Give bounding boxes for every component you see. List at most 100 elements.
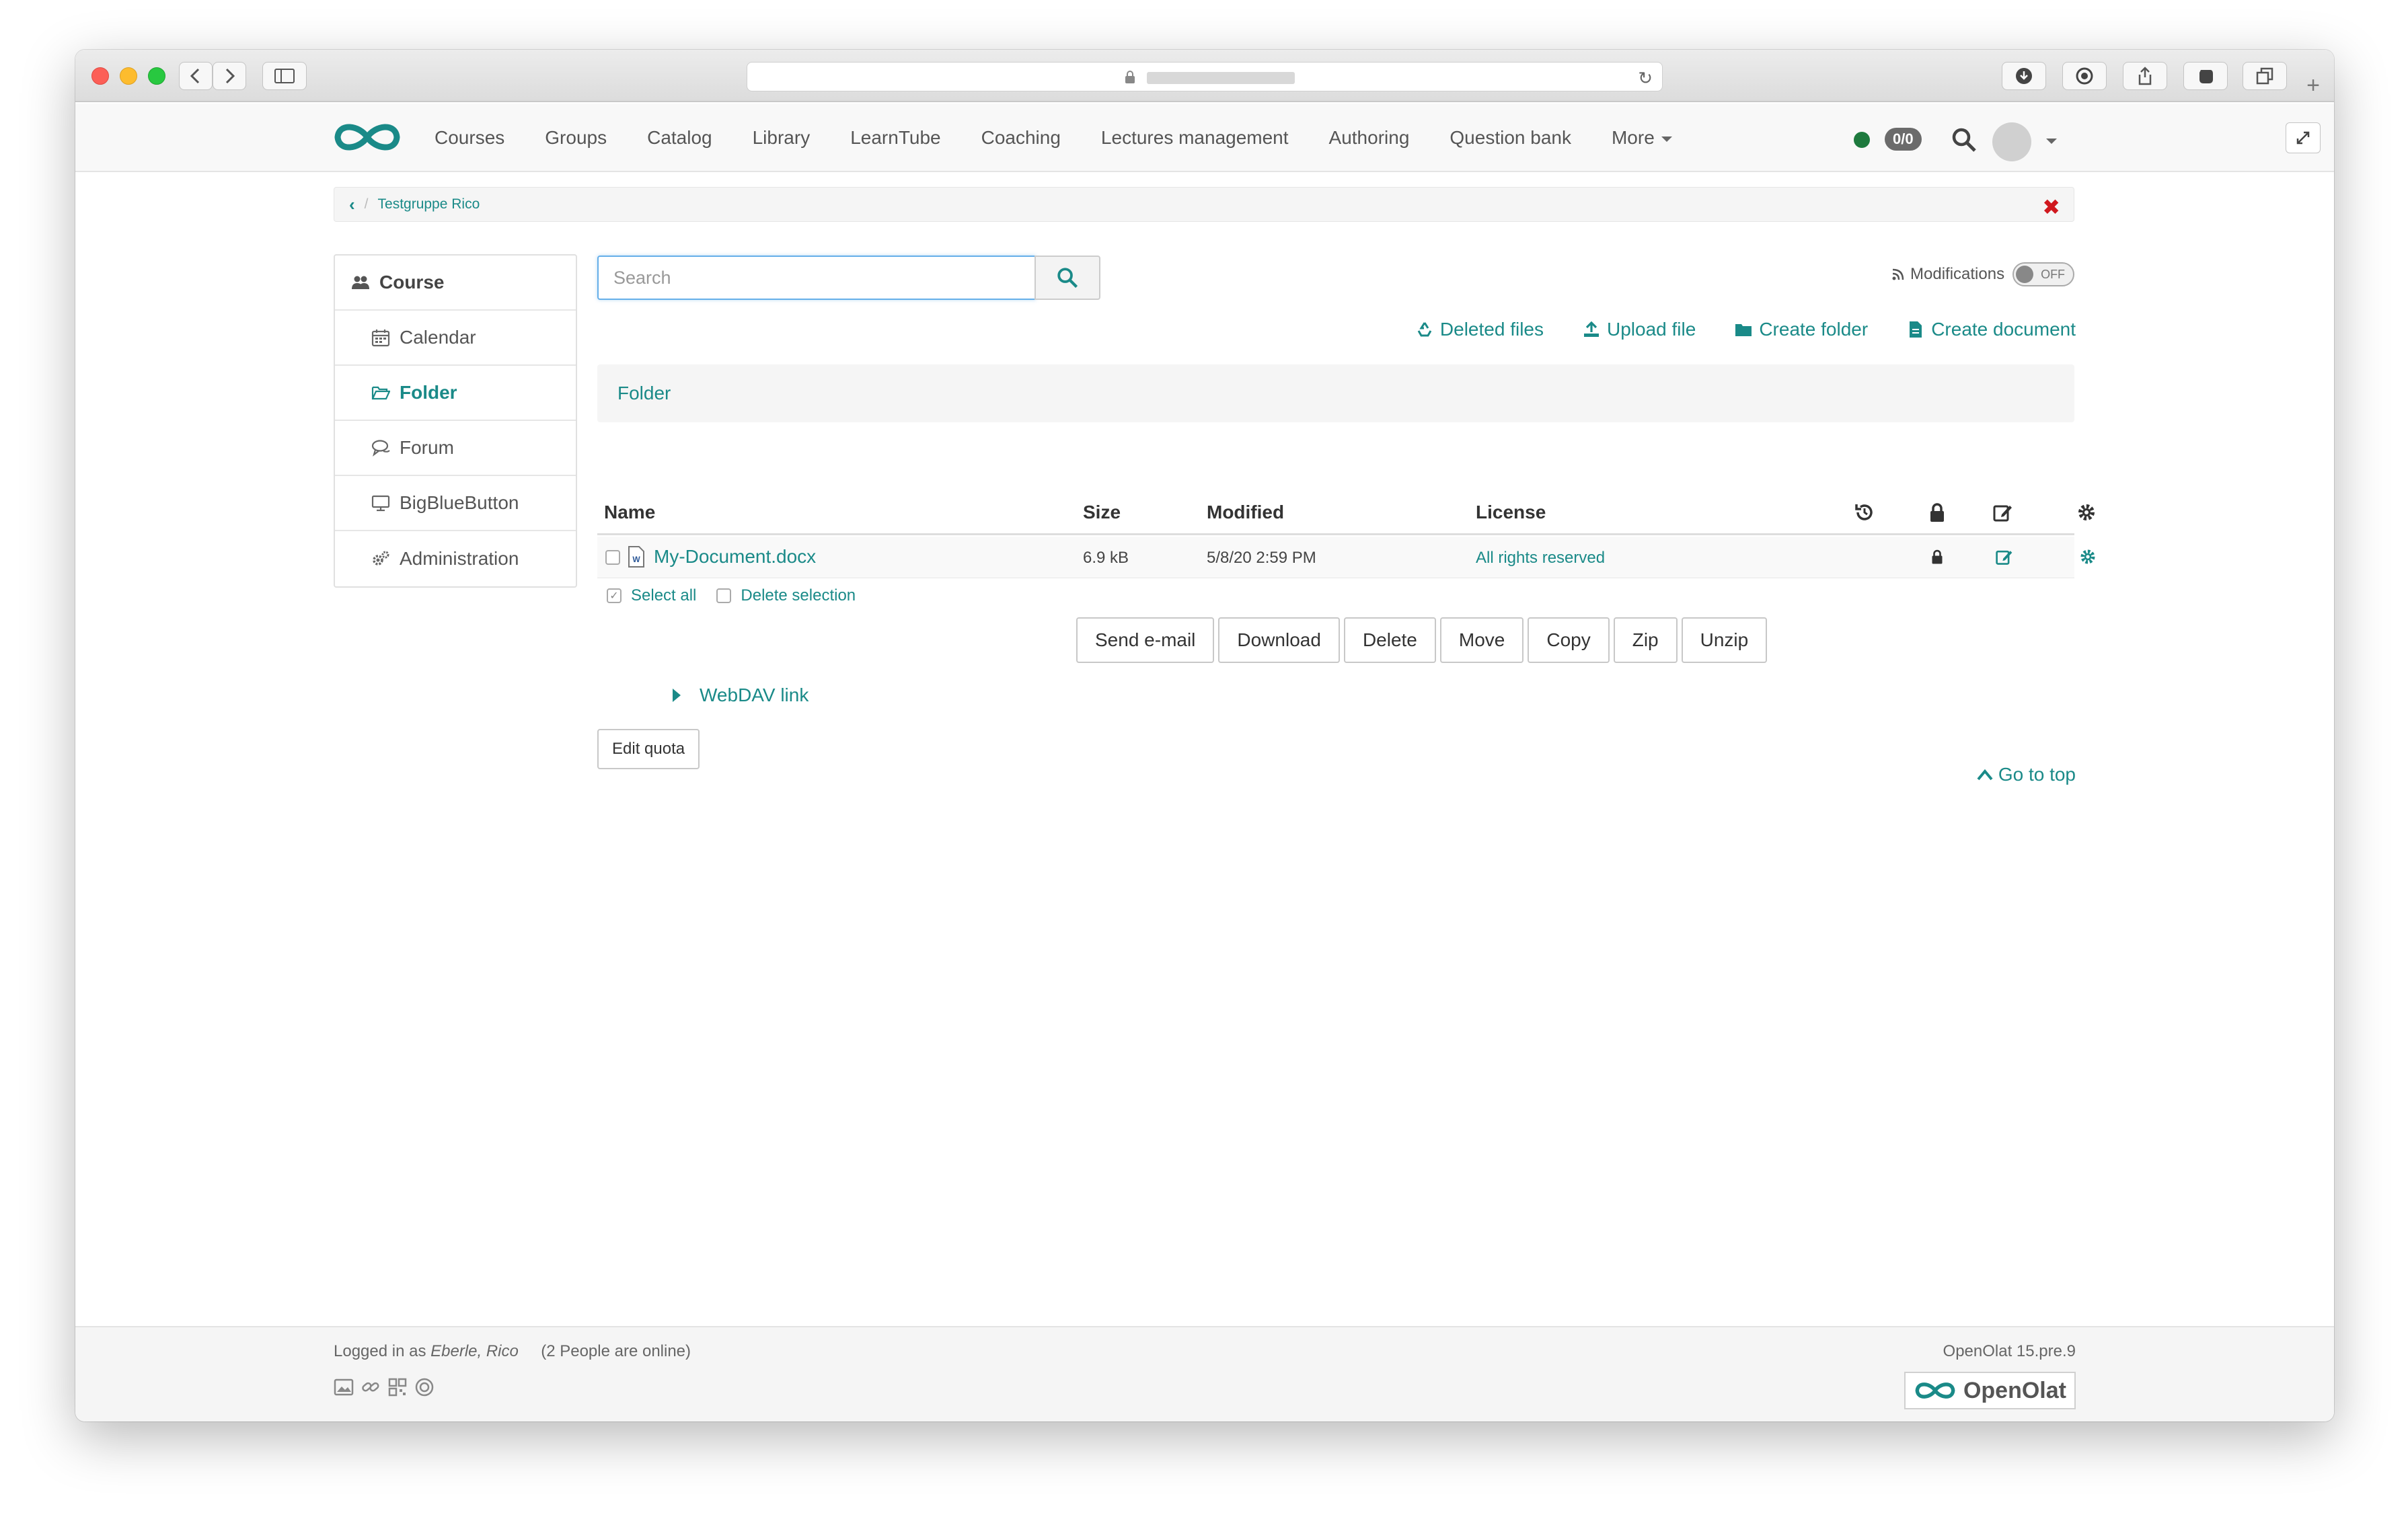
folder-title[interactable]: Folder — [597, 364, 2074, 422]
gear-icon[interactable] — [2076, 502, 2097, 523]
nav-more[interactable]: More — [1612, 127, 1672, 149]
selection-controls: ✓ Select all Delete selection — [607, 586, 856, 605]
unzip-button[interactable]: Unzip — [1681, 617, 1768, 663]
sidebar-item-forum[interactable]: Forum — [335, 421, 576, 476]
users-icon — [352, 276, 369, 289]
brand-name: OpenOlat — [1963, 1377, 2066, 1403]
file-license-link[interactable]: All rights reserved — [1476, 549, 1605, 568]
delete-selection-checkbox[interactable] — [716, 588, 732, 603]
column-license[interactable]: License — [1476, 502, 1546, 523]
sidebar-item-bigbluebutton[interactable]: BigBlueButton — [335, 476, 576, 531]
sidebar-item-calendar[interactable]: Calendar — [335, 311, 576, 366]
download-button[interactable]: Download — [1218, 617, 1340, 663]
sidebar-item-course[interactable]: Course — [335, 256, 576, 311]
send-email-button[interactable]: Send e-mail — [1076, 617, 1215, 663]
create-document-link[interactable]: Create document — [1907, 319, 2076, 340]
modifications-control: Modifications OFF — [1891, 262, 2075, 286]
gears-icon — [373, 551, 389, 566]
modifications-toggle[interactable]: OFF — [2012, 262, 2075, 286]
row-gear-icon[interactable] — [2078, 547, 2097, 566]
rss-icon — [1892, 268, 1904, 280]
reload-icon[interactable]: ↻ — [1638, 68, 1653, 89]
column-size[interactable]: Size — [1083, 502, 1121, 523]
forward-button[interactable] — [213, 62, 246, 90]
share-button[interactable] — [2123, 62, 2167, 90]
search-icon[interactable] — [1951, 126, 1978, 153]
caret-down-icon[interactable] — [2046, 139, 2057, 144]
select-all-checkbox[interactable]: ✓ — [607, 588, 622, 603]
new-tab-button[interactable]: + — [2298, 70, 2329, 101]
online-status-icon[interactable] — [1854, 132, 1870, 148]
document-icon — [1910, 321, 1922, 338]
caret-right-icon[interactable] — [673, 689, 681, 702]
deleted-files-link[interactable]: Deleted files — [1416, 319, 1544, 340]
logged-in-user[interactable]: Eberle, Rico — [430, 1342, 519, 1360]
notification-badge[interactable]: 0/0 — [1885, 128, 1922, 151]
nav-learntube[interactable]: LearnTube — [850, 127, 940, 149]
breadcrumb-current[interactable]: Testgruppe Rico — [378, 196, 480, 212]
sidebar-item-administration[interactable]: Administration — [335, 531, 576, 586]
nav-lectures-management[interactable]: Lectures management — [1101, 127, 1289, 149]
modifications-label: Modifications — [1910, 265, 2005, 283]
edit-icon[interactable] — [1992, 502, 2014, 523]
nav-catalog[interactable]: Catalog — [647, 127, 712, 149]
impressum-icon[interactable] — [414, 1377, 435, 1397]
close-window-button[interactable] — [91, 67, 109, 85]
user-avatar[interactable] — [1992, 122, 2031, 161]
delete-selection-link[interactable]: Delete selection — [741, 586, 856, 605]
upload-file-link[interactable]: Upload file — [1583, 319, 1696, 340]
tabs-overview-button[interactable] — [2243, 62, 2287, 90]
footer-icons — [334, 1377, 435, 1397]
nav-question-bank[interactable]: Question bank — [1450, 127, 1571, 149]
online-count[interactable]: (2 People are online) — [541, 1342, 691, 1360]
webdav-link[interactable]: WebDAV link — [700, 685, 808, 706]
search-button[interactable] — [1034, 256, 1100, 300]
nav-authoring[interactable]: Authoring — [1329, 127, 1410, 149]
nav-courses[interactable]: Courses — [435, 127, 504, 149]
row-edit-icon[interactable] — [1995, 547, 2014, 566]
breadcrumb-back-icon[interactable]: ‹ — [349, 194, 355, 215]
openolat-logo-icon[interactable] — [332, 118, 402, 156]
nav-coaching[interactable]: Coaching — [981, 127, 1061, 149]
breadcrumb-separator: / — [364, 196, 369, 212]
lock-icon — [1125, 71, 1135, 83]
close-icon[interactable]: ✖ — [2042, 194, 2060, 220]
row-lock-icon[interactable] — [1929, 549, 1945, 565]
select-all-link[interactable]: Select all — [631, 586, 696, 605]
zip-button[interactable]: Zip — [1613, 617, 1678, 663]
nav-groups[interactable]: Groups — [545, 127, 607, 149]
minimize-window-button[interactable] — [120, 67, 137, 85]
edit-quota-button[interactable]: Edit quota — [597, 729, 700, 769]
sidebar-item-folder[interactable]: Folder — [335, 366, 576, 421]
fullscreen-button[interactable] — [2286, 122, 2321, 153]
history-icon[interactable] — [1854, 502, 1875, 523]
svg-text:W: W — [632, 555, 640, 564]
downloads-button[interactable] — [2002, 62, 2046, 90]
qr-code-icon[interactable] — [387, 1377, 408, 1397]
sidebar-toggle-button[interactable] — [262, 62, 307, 90]
delete-button[interactable]: Delete — [1343, 617, 1436, 663]
link-icon[interactable] — [361, 1377, 381, 1397]
openolat-brand[interactable]: OpenOlat — [1904, 1372, 2076, 1409]
monitor-icon — [371, 495, 390, 512]
lock-icon[interactable] — [1926, 502, 1948, 523]
create-folder-link[interactable]: Create folder — [1735, 319, 1868, 340]
go-to-top-link[interactable]: Go to top — [1977, 764, 2076, 785]
back-button[interactable] — [179, 62, 213, 90]
image-icon[interactable] — [334, 1377, 354, 1397]
extension-button[interactable] — [2062, 62, 2107, 90]
evernote-button[interactable] — [2183, 62, 2228, 90]
address-bar[interactable]: ↻ — [747, 62, 1663, 91]
row-checkbox[interactable] — [605, 550, 620, 565]
move-button[interactable]: Move — [1439, 617, 1524, 663]
search-input[interactable]: Search — [597, 256, 1036, 300]
copy-button[interactable]: Copy — [1528, 617, 1610, 663]
openolat-logo-icon — [1915, 1382, 1955, 1399]
breadcrumb: ‹ / Testgruppe Rico ✖ — [334, 187, 2074, 222]
toggle-knob — [2016, 266, 2034, 283]
column-modified[interactable]: Modified — [1207, 502, 1284, 523]
column-name[interactable]: Name — [604, 502, 655, 523]
zoom-window-button[interactable] — [148, 67, 165, 85]
nav-library[interactable]: Library — [753, 127, 811, 149]
file-name-link[interactable]: My-Document.docx — [654, 546, 816, 568]
